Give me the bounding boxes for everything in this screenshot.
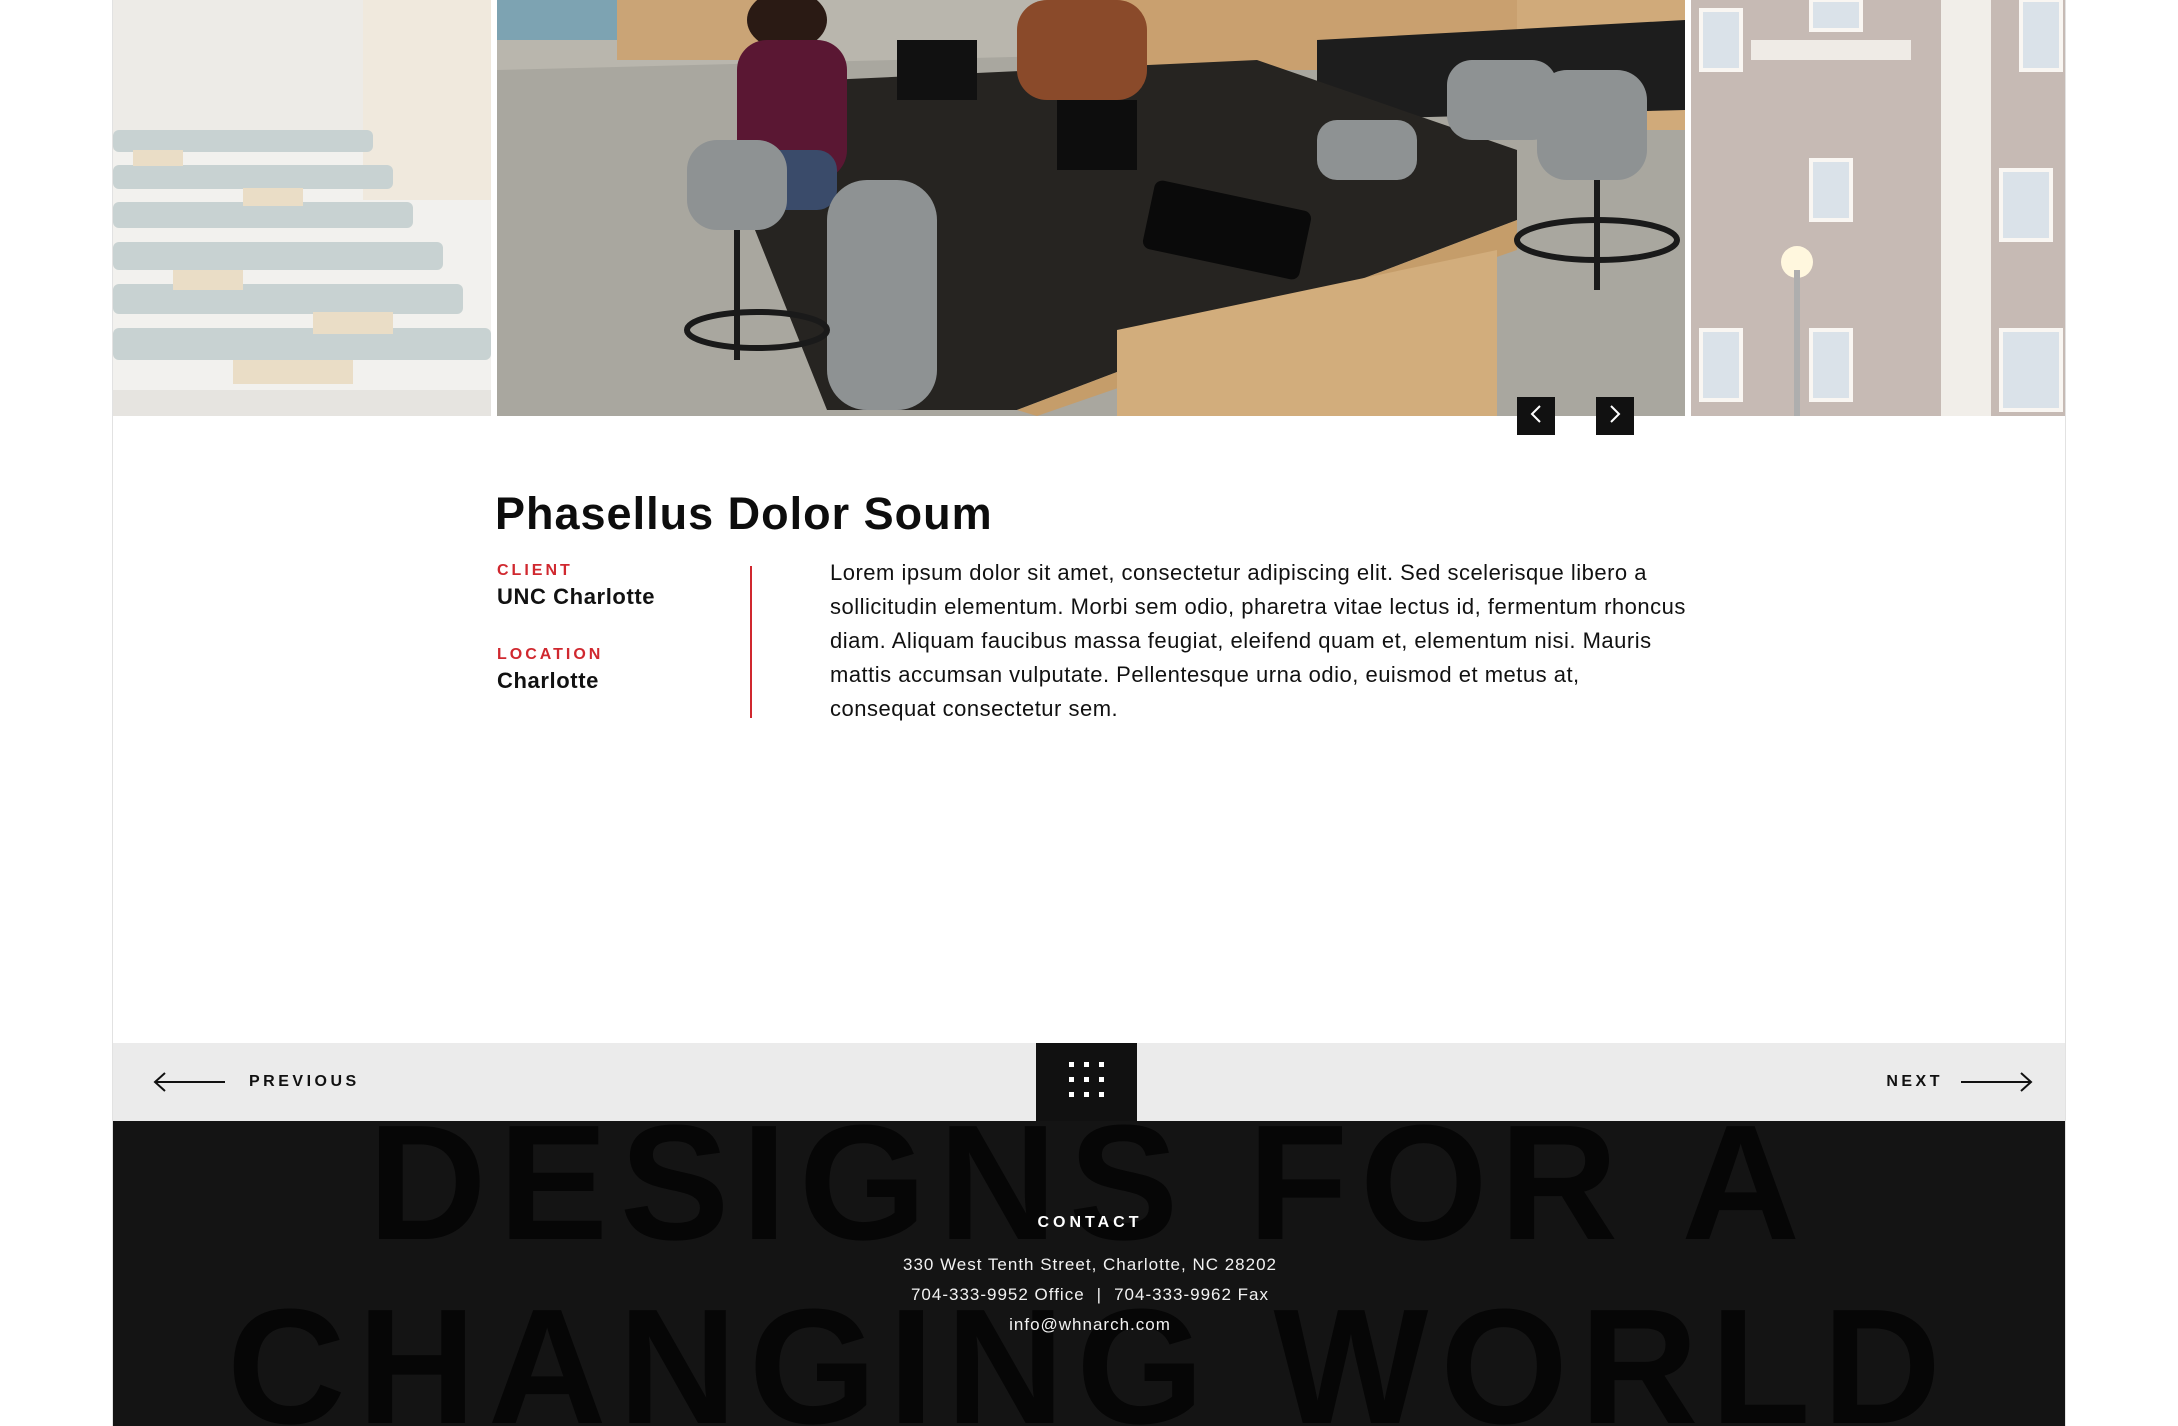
chevron-right-icon: [1607, 404, 1623, 429]
project-description: Lorem ipsum dolor sit amet, consectetur …: [830, 560, 1686, 721]
location-block: LOCATION Charlotte: [497, 646, 747, 694]
project-title: Phasellus Dolor Soum: [495, 488, 993, 539]
client-label: CLIENT: [497, 562, 573, 579]
contact-phones: 704-333-9952 Office | 704-333-9962 Fax: [113, 1280, 2065, 1310]
location-label: LOCATION: [497, 646, 604, 663]
contact-block: CONTACT 330 West Tenth Street, Charlotte…: [113, 1214, 2065, 1340]
site-footer: DESIGNS FOR A CHANGING WORLD CONTACT 330…: [113, 1121, 2065, 1426]
project-gallery: [113, 0, 2065, 435]
gallery-slide-lab[interactable]: [497, 0, 1685, 416]
gallery-slide-building[interactable]: [1691, 0, 2065, 416]
gallery-prev-button[interactable]: [1517, 397, 1555, 435]
previous-label: PREVIOUS: [249, 1073, 360, 1090]
contact-address: 330 West Tenth Street, Charlotte, NC 282…: [902, 1255, 1277, 1274]
next-project-link[interactable]: NEXT: [1886, 1043, 2033, 1121]
meta-divider: [750, 566, 752, 718]
location-value: Charlotte: [497, 668, 599, 693]
page-frame: Phasellus Dolor Soum CLIENT UNC Charlott…: [112, 0, 2066, 1426]
gallery-slide-lecture-hall[interactable]: [113, 0, 491, 416]
gallery-next-button[interactable]: [1596, 397, 1634, 435]
contact-heading: CONTACT: [1037, 1214, 1143, 1231]
office-phone[interactable]: 704-333-9952 Office: [911, 1285, 1085, 1304]
phone-separator: |: [1096, 1285, 1103, 1304]
grid-dots-icon: [1067, 1060, 1107, 1105]
previous-project-link[interactable]: PREVIOUS: [153, 1043, 360, 1121]
science-lab-photo: [497, 0, 1685, 416]
client-block: CLIENT UNC Charlotte: [497, 562, 747, 610]
client-value: UNC Charlotte: [497, 584, 656, 609]
all-projects-grid-button[interactable]: [1036, 1043, 1137, 1121]
fax-number: 704-333-9962 Fax: [1114, 1285, 1270, 1304]
project-pager: PREVIOUS NEXT: [113, 1043, 2065, 1121]
project-meta: CLIENT UNC Charlotte LOCATION Charlotte: [497, 562, 747, 694]
contact-email[interactable]: info@whnarch.com: [113, 1310, 2065, 1340]
slide-fade-overlay: [113, 0, 491, 416]
arrow-left-icon: [153, 1071, 227, 1093]
arrow-right-icon: [1959, 1071, 2033, 1093]
slide-fade-overlay: [1691, 0, 2065, 416]
chevron-left-icon: [1528, 404, 1544, 429]
next-label: NEXT: [1886, 1073, 1943, 1090]
